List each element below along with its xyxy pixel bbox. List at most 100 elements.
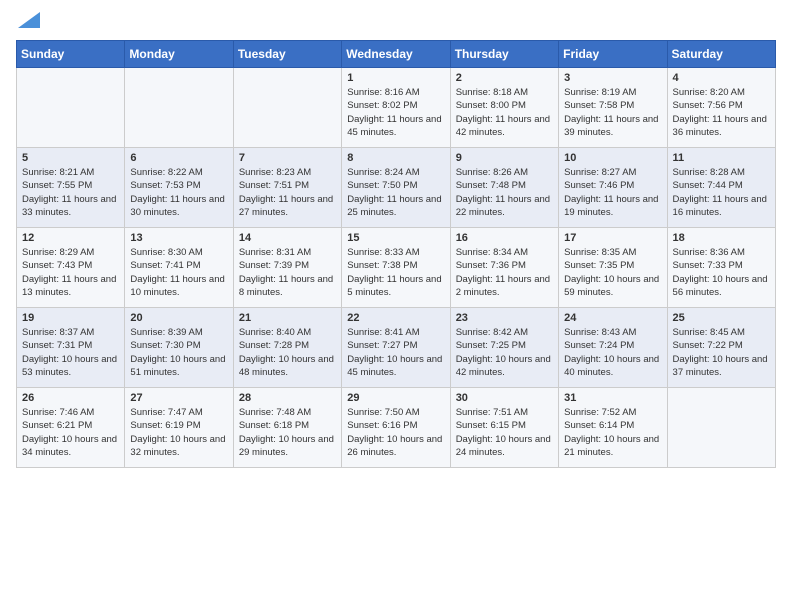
day-info: Sunrise: 8:35 AM Sunset: 7:35 PM Dayligh… bbox=[564, 246, 661, 299]
day-number: 7 bbox=[239, 152, 336, 164]
calendar-cell: 8 Sunrise: 8:24 AM Sunset: 7:50 PM Dayli… bbox=[342, 148, 450, 228]
calendar-cell: 10 Sunrise: 8:27 AM Sunset: 7:46 PM Dayl… bbox=[559, 148, 667, 228]
daylight: Daylight: 11 hours and 8 minutes. bbox=[239, 274, 333, 298]
day-number: 20 bbox=[130, 312, 227, 324]
day-info: Sunrise: 8:42 AM Sunset: 7:25 PM Dayligh… bbox=[456, 326, 553, 379]
day-number: 2 bbox=[456, 72, 553, 84]
sunset: Sunset: 6:16 PM bbox=[347, 420, 417, 431]
day-info: Sunrise: 8:31 AM Sunset: 7:39 PM Dayligh… bbox=[239, 246, 336, 299]
calendar-cell: 28 Sunrise: 7:48 AM Sunset: 6:18 PM Dayl… bbox=[233, 388, 341, 468]
sunset: Sunset: 7:44 PM bbox=[673, 180, 743, 191]
day-number: 24 bbox=[564, 312, 661, 324]
calendar-cell bbox=[17, 68, 125, 148]
calendar-cell: 1 Sunrise: 8:16 AM Sunset: 8:02 PM Dayli… bbox=[342, 68, 450, 148]
daylight: Daylight: 10 hours and 21 minutes. bbox=[564, 434, 659, 458]
day-info: Sunrise: 8:33 AM Sunset: 7:38 PM Dayligh… bbox=[347, 246, 444, 299]
day-number: 23 bbox=[456, 312, 553, 324]
sunrise: Sunrise: 8:45 AM bbox=[673, 327, 745, 338]
calendar-week-2: 5 Sunrise: 8:21 AM Sunset: 7:55 PM Dayli… bbox=[17, 148, 776, 228]
day-number: 16 bbox=[456, 232, 553, 244]
daylight: Daylight: 10 hours and 45 minutes. bbox=[347, 354, 442, 378]
calendar-cell: 6 Sunrise: 8:22 AM Sunset: 7:53 PM Dayli… bbox=[125, 148, 233, 228]
day-info: Sunrise: 7:50 AM Sunset: 6:16 PM Dayligh… bbox=[347, 406, 444, 459]
day-info: Sunrise: 8:45 AM Sunset: 7:22 PM Dayligh… bbox=[673, 326, 770, 379]
calendar-cell: 14 Sunrise: 8:31 AM Sunset: 7:39 PM Dayl… bbox=[233, 228, 341, 308]
day-info: Sunrise: 8:20 AM Sunset: 7:56 PM Dayligh… bbox=[673, 86, 770, 139]
calendar-cell: 29 Sunrise: 7:50 AM Sunset: 6:16 PM Dayl… bbox=[342, 388, 450, 468]
daylight: Daylight: 11 hours and 13 minutes. bbox=[22, 274, 116, 298]
sunset: Sunset: 7:43 PM bbox=[22, 260, 92, 271]
sunrise: Sunrise: 8:41 AM bbox=[347, 327, 419, 338]
sunrise: Sunrise: 8:40 AM bbox=[239, 327, 311, 338]
calendar-cell: 3 Sunrise: 8:19 AM Sunset: 7:58 PM Dayli… bbox=[559, 68, 667, 148]
day-number: 30 bbox=[456, 392, 553, 404]
sunrise: Sunrise: 8:35 AM bbox=[564, 247, 636, 258]
sunrise: Sunrise: 7:46 AM bbox=[22, 407, 94, 418]
daylight: Daylight: 11 hours and 33 minutes. bbox=[22, 194, 116, 218]
day-number: 1 bbox=[347, 72, 444, 84]
sunrise: Sunrise: 8:20 AM bbox=[673, 87, 745, 98]
calendar-cell: 20 Sunrise: 8:39 AM Sunset: 7:30 PM Dayl… bbox=[125, 308, 233, 388]
logo-icon bbox=[18, 12, 40, 28]
calendar-table: Sunday Monday Tuesday Wednesday Thursday… bbox=[16, 40, 776, 468]
sunrise: Sunrise: 8:26 AM bbox=[456, 167, 528, 178]
sunset: Sunset: 7:24 PM bbox=[564, 340, 634, 351]
day-number: 22 bbox=[347, 312, 444, 324]
sunset: Sunset: 8:02 PM bbox=[347, 100, 417, 111]
col-sunday: Sunday bbox=[17, 41, 125, 68]
sunset: Sunset: 7:48 PM bbox=[456, 180, 526, 191]
calendar-cell: 30 Sunrise: 7:51 AM Sunset: 6:15 PM Dayl… bbox=[450, 388, 558, 468]
day-number: 25 bbox=[673, 312, 770, 324]
sunset: Sunset: 7:46 PM bbox=[564, 180, 634, 191]
day-info: Sunrise: 8:40 AM Sunset: 7:28 PM Dayligh… bbox=[239, 326, 336, 379]
calendar-cell: 23 Sunrise: 8:42 AM Sunset: 7:25 PM Dayl… bbox=[450, 308, 558, 388]
calendar-cell: 21 Sunrise: 8:40 AM Sunset: 7:28 PM Dayl… bbox=[233, 308, 341, 388]
sunrise: Sunrise: 8:39 AM bbox=[130, 327, 202, 338]
day-number: 15 bbox=[347, 232, 444, 244]
sunset: Sunset: 7:35 PM bbox=[564, 260, 634, 271]
daylight: Daylight: 11 hours and 42 minutes. bbox=[456, 114, 550, 138]
sunrise: Sunrise: 8:42 AM bbox=[456, 327, 528, 338]
sunset: Sunset: 6:14 PM bbox=[564, 420, 634, 431]
day-number: 11 bbox=[673, 152, 770, 164]
col-wednesday: Wednesday bbox=[342, 41, 450, 68]
calendar-cell: 27 Sunrise: 7:47 AM Sunset: 6:19 PM Dayl… bbox=[125, 388, 233, 468]
day-number: 12 bbox=[22, 232, 119, 244]
calendar-cell bbox=[125, 68, 233, 148]
sunset: Sunset: 7:51 PM bbox=[239, 180, 309, 191]
logo bbox=[16, 16, 40, 28]
sunset: Sunset: 7:22 PM bbox=[673, 340, 743, 351]
day-info: Sunrise: 8:43 AM Sunset: 7:24 PM Dayligh… bbox=[564, 326, 661, 379]
daylight: Daylight: 10 hours and 59 minutes. bbox=[564, 274, 659, 298]
day-info: Sunrise: 7:46 AM Sunset: 6:21 PM Dayligh… bbox=[22, 406, 119, 459]
calendar-header: Sunday Monday Tuesday Wednesday Thursday… bbox=[17, 41, 776, 68]
day-number: 28 bbox=[239, 392, 336, 404]
calendar-week-5: 26 Sunrise: 7:46 AM Sunset: 6:21 PM Dayl… bbox=[17, 388, 776, 468]
calendar-body: 1 Sunrise: 8:16 AM Sunset: 8:02 PM Dayli… bbox=[17, 68, 776, 468]
daylight: Daylight: 10 hours and 32 minutes. bbox=[130, 434, 225, 458]
col-tuesday: Tuesday bbox=[233, 41, 341, 68]
calendar-week-1: 1 Sunrise: 8:16 AM Sunset: 8:02 PM Dayli… bbox=[17, 68, 776, 148]
header-row: Sunday Monday Tuesday Wednesday Thursday… bbox=[17, 41, 776, 68]
day-number: 3 bbox=[564, 72, 661, 84]
daylight: Daylight: 10 hours and 56 minutes. bbox=[673, 274, 768, 298]
calendar-cell: 22 Sunrise: 8:41 AM Sunset: 7:27 PM Dayl… bbox=[342, 308, 450, 388]
day-info: Sunrise: 8:22 AM Sunset: 7:53 PM Dayligh… bbox=[130, 166, 227, 219]
day-number: 31 bbox=[564, 392, 661, 404]
calendar-cell: 7 Sunrise: 8:23 AM Sunset: 7:51 PM Dayli… bbox=[233, 148, 341, 228]
calendar-cell: 15 Sunrise: 8:33 AM Sunset: 7:38 PM Dayl… bbox=[342, 228, 450, 308]
sunset: Sunset: 7:25 PM bbox=[456, 340, 526, 351]
daylight: Daylight: 11 hours and 25 minutes. bbox=[347, 194, 441, 218]
calendar-cell: 17 Sunrise: 8:35 AM Sunset: 7:35 PM Dayl… bbox=[559, 228, 667, 308]
day-info: Sunrise: 8:29 AM Sunset: 7:43 PM Dayligh… bbox=[22, 246, 119, 299]
day-number: 27 bbox=[130, 392, 227, 404]
calendar-cell: 31 Sunrise: 7:52 AM Sunset: 6:14 PM Dayl… bbox=[559, 388, 667, 468]
daylight: Daylight: 10 hours and 26 minutes. bbox=[347, 434, 442, 458]
day-info: Sunrise: 8:39 AM Sunset: 7:30 PM Dayligh… bbox=[130, 326, 227, 379]
day-number: 17 bbox=[564, 232, 661, 244]
calendar-cell: 16 Sunrise: 8:34 AM Sunset: 7:36 PM Dayl… bbox=[450, 228, 558, 308]
sunrise: Sunrise: 8:27 AM bbox=[564, 167, 636, 178]
sunrise: Sunrise: 8:34 AM bbox=[456, 247, 528, 258]
sunrise: Sunrise: 8:37 AM bbox=[22, 327, 94, 338]
sunrise: Sunrise: 8:22 AM bbox=[130, 167, 202, 178]
